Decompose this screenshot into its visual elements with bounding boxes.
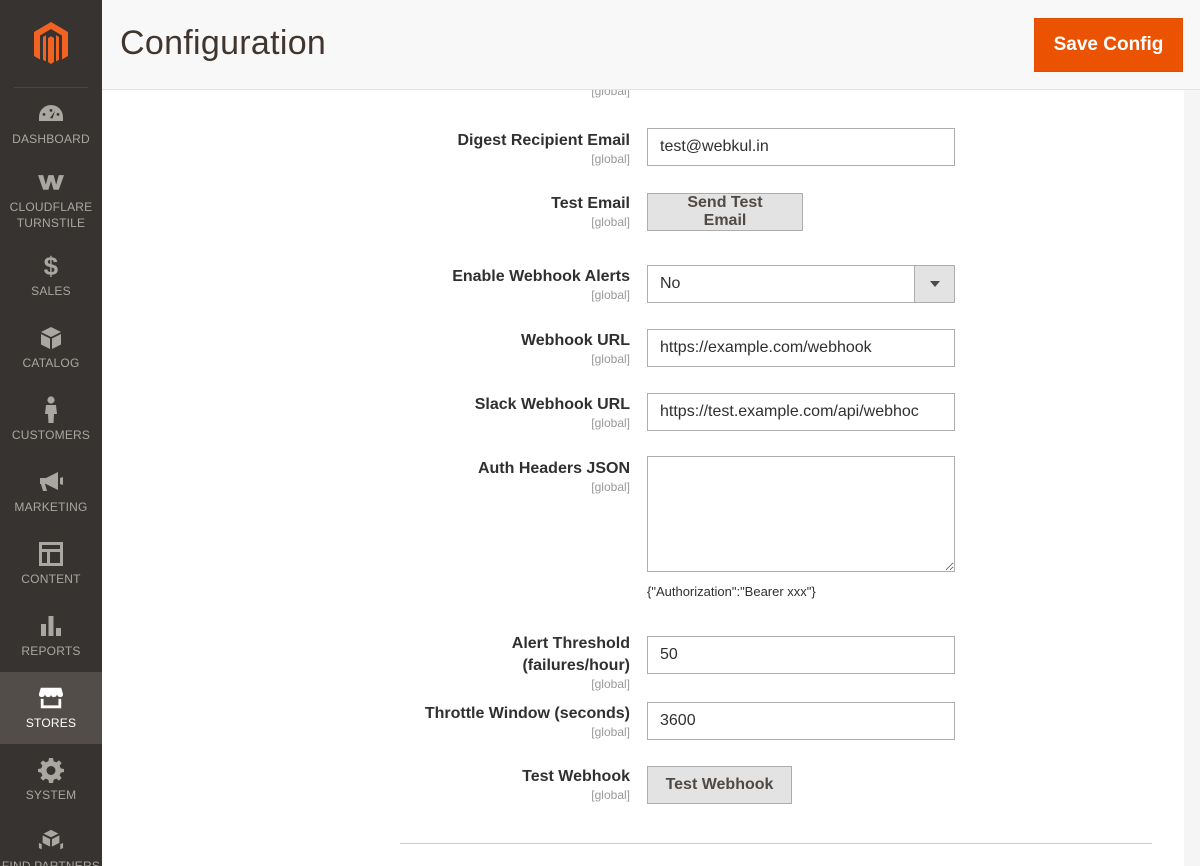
magento-logo[interactable] <box>14 0 88 88</box>
enable-webhook-alerts-select[interactable]: No <box>647 265 955 303</box>
field-label: Auth Headers JSON <box>477 460 630 477</box>
nav-label: CUSTOMERS <box>11 428 91 442</box>
nav-label: REPORTS <box>21 644 81 658</box>
box-icon <box>38 325 64 351</box>
field-label: Test Email <box>551 195 630 212</box>
field-label: Test Webhook <box>522 768 630 785</box>
store-icon <box>38 685 64 711</box>
scope-label: [global] <box>591 352 630 366</box>
scope-label: [global] <box>591 677 630 691</box>
admin-sidebar: DASHBOARD CLOUDFLARE TURNSTILE $ SALES C… <box>0 0 102 866</box>
field-label: (failures/hour) <box>522 657 630 674</box>
form-row-partial: [global] <box>102 90 1184 102</box>
nav-label: MARKETING <box>14 500 88 514</box>
nav-label: STORES <box>25 716 77 730</box>
field-label: Throttle Window (seconds) <box>424 705 630 722</box>
nav-customers[interactable]: CUSTOMERS <box>0 384 102 456</box>
field-label: Webhook URL <box>520 332 630 349</box>
scope-label: [global] <box>591 725 630 739</box>
config-form: [global] Digest Recipient Email [global]… <box>102 90 1184 866</box>
person-icon <box>38 396 64 423</box>
webhook-url-field[interactable]: https://example.com/webhook <box>647 329 955 367</box>
nav-label: SALES <box>31 284 71 298</box>
scope-label: [global] <box>591 416 630 430</box>
nav-system[interactable]: SYSTEM <box>0 744 102 816</box>
nav-label: CATALOG <box>22 356 80 370</box>
nav-label: DASHBOARD <box>12 132 90 146</box>
throttle-window-field[interactable]: 3600 <box>647 702 955 740</box>
dollar-icon: $ <box>38 253 64 279</box>
bar-chart-icon <box>38 613 64 639</box>
nav-cloudflare-turnstile[interactable]: CLOUDFLARE TURNSTILE <box>0 160 102 240</box>
scope-label: [global] <box>591 788 630 802</box>
nav-label: FIND PARTNERS <box>1 859 101 866</box>
nav-dashboard[interactable]: DASHBOARD <box>0 88 102 160</box>
layout-icon <box>38 541 64 567</box>
field-label: Digest Recipient Email <box>457 132 631 149</box>
page-title: Configuration <box>120 24 327 62</box>
magento-logo-icon <box>34 21 68 64</box>
scope-label: [global] <box>591 480 630 494</box>
scrollbar[interactable] <box>1184 90 1200 866</box>
slack-webhook-url-field[interactable]: https://test.example.com/api/webhoc <box>647 393 955 431</box>
nav-label: CONTENT <box>21 572 81 586</box>
cubes-icon <box>38 828 64 854</box>
nav-label: SYSTEM <box>25 788 77 802</box>
field-note: {"Authorization":"Bearer xxx"} <box>647 584 816 599</box>
dashboard-icon <box>38 101 64 127</box>
field-label: Alert Threshold <box>511 635 630 652</box>
test-webhook-button[interactable]: Test Webhook <box>647 766 792 804</box>
nav-marketing[interactable]: MARKETING <box>0 456 102 528</box>
auth-headers-json-textarea[interactable] <box>647 456 955 572</box>
scope-label: [global] <box>591 90 630 98</box>
chevron-down-icon <box>914 266 954 302</box>
nav-reports[interactable]: REPORTS <box>0 600 102 672</box>
nav-sales[interactable]: $ SALES <box>0 240 102 312</box>
scope-label: [global] <box>591 215 630 229</box>
save-config-button[interactable]: Save Config <box>1034 18 1183 72</box>
field-label: Slack Webhook URL <box>474 396 630 413</box>
megaphone-icon <box>38 469 64 495</box>
section-divider <box>400 843 1152 844</box>
gear-icon <box>38 757 64 783</box>
scope-label: [global] <box>591 152 630 166</box>
send-test-email-button[interactable]: Send Test Email <box>647 193 803 231</box>
svg-text:$: $ <box>44 253 59 279</box>
page-header: Configuration Save Config <box>102 0 1200 90</box>
scope-label: [global] <box>591 288 630 302</box>
nav-catalog[interactable]: CATALOG <box>0 312 102 384</box>
nav-find-partners[interactable]: FIND PARTNERS <box>0 816 102 866</box>
field-label: Enable Webhook Alerts <box>452 268 630 285</box>
alert-threshold-field[interactable]: 50 <box>647 636 955 674</box>
cloudflare-icon <box>38 169 64 195</box>
select-value: No <box>660 275 681 292</box>
digest-email-field[interactable]: test@webkul.in <box>647 128 955 166</box>
nav-stores[interactable]: STORES <box>0 672 102 744</box>
nav-label: CLOUDFLARE TURNSTILE <box>9 200 93 230</box>
nav-content[interactable]: CONTENT <box>0 528 102 600</box>
